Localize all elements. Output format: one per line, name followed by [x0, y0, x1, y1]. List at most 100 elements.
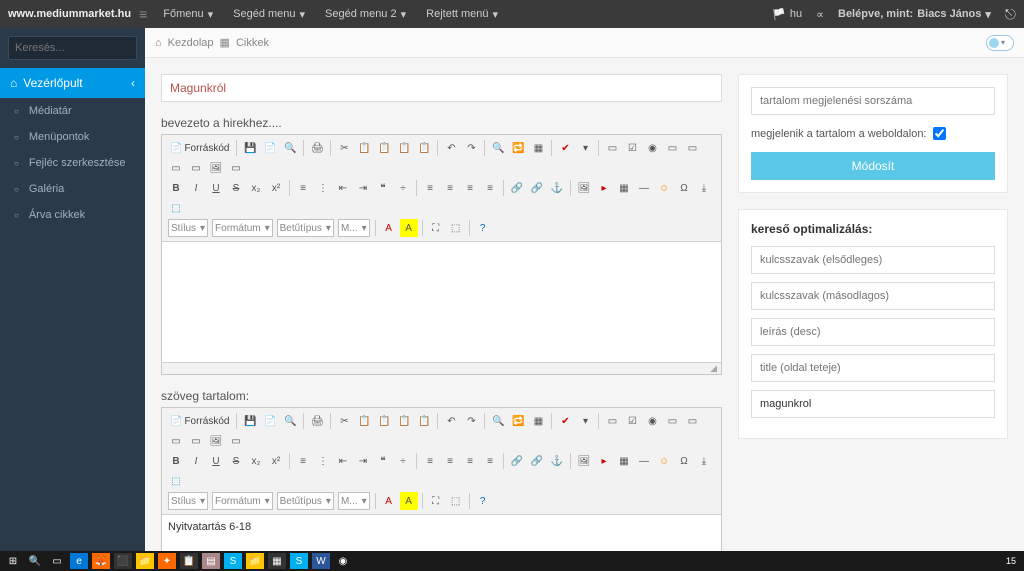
- app5-icon[interactable]: ▦: [268, 553, 286, 569]
- sidebar-item-dashboard[interactable]: ⌂Vezérlőpult ‹: [0, 68, 145, 98]
- source-button[interactable]: 📄Forráskód: [166, 414, 233, 429]
- app4-icon[interactable]: 📁: [246, 553, 264, 569]
- menu-fomenu[interactable]: Főmenu▾: [163, 8, 213, 21]
- quote-icon[interactable]: ❝: [374, 452, 392, 470]
- table-icon[interactable]: ▦: [615, 179, 633, 197]
- rte-intro-body[interactable]: [162, 242, 721, 362]
- bgcolor-icon[interactable]: A: [400, 492, 418, 510]
- rte-body-editor[interactable]: Nyitvatartás 6-18: [162, 515, 721, 551]
- chrome-icon[interactable]: ◉: [334, 553, 352, 569]
- specialchar-icon[interactable]: Ω: [675, 452, 693, 470]
- unlink-icon[interactable]: 🔗: [528, 452, 546, 470]
- iframe-icon[interactable]: ⬚: [167, 199, 185, 217]
- specialchar-icon[interactable]: Ω: [675, 179, 693, 197]
- unlink-icon[interactable]: 🔗: [528, 179, 546, 197]
- menu-seged2[interactable]: Segéd menu 2▾: [325, 8, 406, 21]
- article-title-input[interactable]: [161, 74, 722, 102]
- bullist-icon[interactable]: ⋮: [314, 179, 332, 197]
- edge-icon[interactable]: e: [70, 553, 88, 569]
- image-icon[interactable]: 🖼: [575, 179, 593, 197]
- seo-kw2[interactable]: [751, 282, 995, 310]
- modify-button[interactable]: Módosít: [751, 152, 995, 180]
- image-icon[interactable]: 🖼: [575, 452, 593, 470]
- anchor-icon[interactable]: ⚓: [548, 452, 566, 470]
- pagebreak-icon[interactable]: ⤓: [695, 452, 713, 470]
- superscript-icon[interactable]: x²: [267, 179, 285, 197]
- align-right-icon[interactable]: ≡: [461, 179, 479, 197]
- skype2-icon[interactable]: S: [290, 553, 308, 569]
- select-icon[interactable]: ▭: [167, 432, 185, 450]
- menu-rejtett[interactable]: Rejtett menü▾: [426, 8, 498, 21]
- link-icon[interactable]: 🔗: [508, 452, 526, 470]
- bold-icon[interactable]: B: [167, 452, 185, 470]
- align-left-icon[interactable]: ≡: [421, 452, 439, 470]
- scayt-icon[interactable]: ▾: [576, 139, 594, 157]
- newpage-icon[interactable]: 📄: [261, 412, 279, 430]
- outdent-icon[interactable]: ⇤: [334, 452, 352, 470]
- sidebar-search[interactable]: 🔍: [8, 36, 137, 60]
- numlist-icon[interactable]: ≡: [294, 452, 312, 470]
- showblocks-icon[interactable]: ⬚: [447, 492, 465, 510]
- app-icon[interactable]: ⬛: [114, 553, 132, 569]
- paste-text-icon[interactable]: 📋: [395, 139, 413, 157]
- justify-icon[interactable]: ≡: [481, 452, 499, 470]
- radio-icon[interactable]: ◉: [643, 412, 661, 430]
- button-icon[interactable]: ▭: [187, 159, 205, 177]
- cut-icon[interactable]: ✂: [335, 139, 353, 157]
- skype-icon[interactable]: S: [224, 553, 242, 569]
- table-icon[interactable]: ▦: [615, 452, 633, 470]
- firefox-icon[interactable]: 🦊: [92, 553, 110, 569]
- anchor-icon[interactable]: ⚓: [548, 179, 566, 197]
- hidden-icon[interactable]: ▭: [227, 432, 245, 450]
- iframe-icon[interactable]: ⬚: [167, 472, 185, 490]
- word-icon[interactable]: W: [312, 553, 330, 569]
- italic-icon[interactable]: I: [187, 179, 205, 197]
- textcolor-icon[interactable]: A: [380, 219, 398, 237]
- selectall-icon[interactable]: ▦: [529, 412, 547, 430]
- spellcheck-icon[interactable]: ✔: [556, 139, 574, 157]
- preview-icon[interactable]: 🔍: [281, 412, 299, 430]
- maximize-icon[interactable]: ⛶: [427, 219, 445, 237]
- size-select[interactable]: M... ▾: [338, 492, 370, 510]
- fonttype-select[interactable]: Betűtípus ▾: [277, 492, 334, 510]
- image-button-icon[interactable]: 🖼: [207, 432, 225, 450]
- app3-icon[interactable]: ▤: [202, 553, 220, 569]
- undo-icon[interactable]: ↶: [442, 412, 460, 430]
- smiley-icon[interactable]: ☺: [655, 179, 673, 197]
- redo-icon[interactable]: ↷: [462, 412, 480, 430]
- windows-start-icon[interactable]: ⊞: [4, 553, 22, 569]
- italic-icon[interactable]: I: [187, 452, 205, 470]
- selectall-icon[interactable]: ▦: [529, 139, 547, 157]
- copy-icon[interactable]: 📋: [355, 412, 373, 430]
- hidden-icon[interactable]: ▭: [227, 159, 245, 177]
- preview-icon[interactable]: 🔍: [281, 139, 299, 157]
- align-center-icon[interactable]: ≡: [441, 452, 459, 470]
- view-toggle[interactable]: ▾: [986, 35, 1014, 51]
- source-button[interactable]: 📄Forráskód: [166, 141, 233, 156]
- seo-slug[interactable]: [751, 390, 995, 418]
- smiley-icon[interactable]: ☺: [655, 452, 673, 470]
- textfield-icon[interactable]: ▭: [663, 139, 681, 157]
- notepad-icon[interactable]: 📋: [180, 553, 198, 569]
- sidebar-search-input[interactable]: [15, 42, 157, 54]
- menu-seged1[interactable]: Segéd menu▾: [233, 8, 305, 21]
- maximize-icon[interactable]: ⛶: [427, 492, 445, 510]
- div-icon[interactable]: ÷: [394, 179, 412, 197]
- align-center-icon[interactable]: ≡: [441, 179, 459, 197]
- align-right-icon[interactable]: ≡: [461, 452, 479, 470]
- newpage-icon[interactable]: 📄: [261, 139, 279, 157]
- pagebreak-icon[interactable]: ⤓: [695, 179, 713, 197]
- replace-icon[interactable]: 🔁: [509, 139, 527, 157]
- share-icon[interactable]: ∝: [816, 8, 824, 21]
- subscript-icon[interactable]: x₂: [247, 179, 265, 197]
- scayt-icon[interactable]: ▾: [576, 412, 594, 430]
- about-icon[interactable]: ?: [474, 492, 492, 510]
- justify-icon[interactable]: ≡: [481, 179, 499, 197]
- rte-intro-resize[interactable]: ◢: [162, 362, 721, 374]
- strike-icon[interactable]: S: [227, 452, 245, 470]
- hamburger-icon[interactable]: ≡: [139, 6, 147, 22]
- size-select[interactable]: M... ▾: [338, 219, 370, 237]
- sidebar-item-galeria[interactable]: Galéria: [0, 176, 145, 202]
- bgcolor-icon[interactable]: A: [400, 219, 418, 237]
- paste-icon[interactable]: 📋: [375, 139, 393, 157]
